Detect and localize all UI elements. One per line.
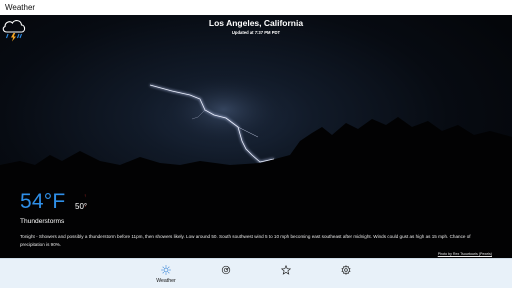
updated-time: Updated at 7:37 PM PDT [231,30,281,35]
lightning-photo [0,55,512,258]
bottom-navigation: Weather [0,258,512,288]
high-indicator-icon: ↑ [84,193,87,198]
nav-item-favorites[interactable] [271,265,301,275]
star-icon [281,265,291,275]
low-temperature: 50° [75,202,88,211]
sun-icon [161,265,171,275]
background-photo: Los Angeles, California Updated at 7:37 … [0,15,512,258]
nav-item-radar[interactable] [211,265,241,275]
window-title: Weather [5,3,36,12]
gear-icon [341,265,351,275]
photo-credit-link[interactable]: Photo by Rex Tsourtouris (Pexels) [438,252,492,256]
forecast-text: Tonight - Showers and possibly a thunder… [20,234,471,247]
thunderstorm-icon [2,20,26,42]
nav-item-weather[interactable]: Weather [151,265,181,284]
current-temperature: 54°F [20,190,66,213]
window-title-bar: Weather [0,0,512,15]
radar-icon [221,265,231,275]
nav-label-weather: Weather [156,278,176,284]
nav-item-settings[interactable] [331,265,361,275]
condition-label: Thunderstorms [20,218,65,225]
location-title: Los Angeles, California [208,18,304,28]
